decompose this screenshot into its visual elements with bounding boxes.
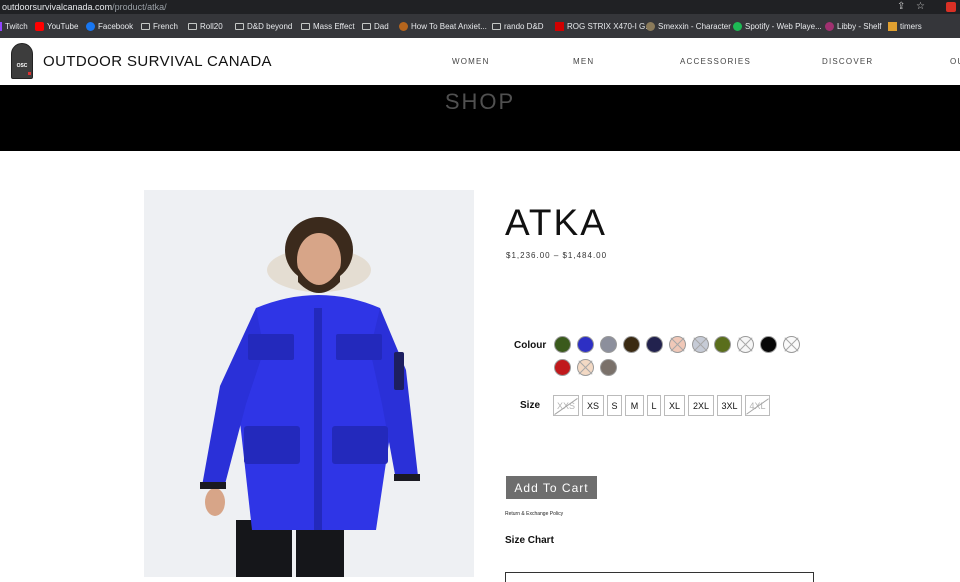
folder-icon	[235, 22, 244, 30]
nav-discover[interactable]: DISCOVER	[822, 57, 873, 66]
spotify-icon	[733, 21, 742, 31]
bookmark-label: YouTube	[47, 21, 79, 31]
size-option[interactable]: XS	[582, 395, 604, 416]
bookmark-label: Roll20	[200, 21, 223, 31]
size-option[interactable]: 3XL	[717, 395, 742, 416]
bookmark-rog-strix[interactable]: ROG STRIX X470-I G...	[555, 14, 652, 38]
nav-accessories[interactable]: ACCESSORIES	[680, 57, 751, 66]
size-option[interactable]: M	[625, 395, 644, 416]
url-path: /product/atka/	[112, 2, 167, 12]
colour-swatch[interactable]	[692, 336, 709, 353]
share-icon[interactable]: ⇪	[897, 0, 905, 14]
size-option[interactable]: 4XL	[745, 395, 770, 416]
bookmark-folder-rando-dnd[interactable]: rando D&D	[492, 14, 544, 38]
size-option[interactable]: XXS	[553, 395, 579, 416]
colour-swatch[interactable]	[554, 359, 571, 376]
bookmark-spotify[interactable]: Spotify - Web Playe...	[733, 14, 822, 38]
colour-swatch[interactable]	[577, 359, 594, 376]
bookmark-folder-dnd-beyond[interactable]: D&D beyond	[235, 14, 292, 38]
shop-banner: SHOP	[0, 85, 960, 151]
address-text[interactable]: outdoorsurvivalcanada.com/product/atka/	[2, 0, 167, 14]
colour-swatch[interactable]	[600, 359, 617, 376]
size-option[interactable]: L	[647, 395, 661, 416]
bookmark-label: Dad	[374, 21, 389, 31]
nav-men[interactable]: MEN	[573, 57, 594, 66]
bookmark-label: Smexxin - Character	[658, 21, 731, 31]
extension-icon[interactable]	[946, 2, 956, 12]
bookmark-facebook[interactable]: Facebook	[86, 14, 133, 38]
twitch-icon	[0, 21, 2, 31]
bookmark-youtube[interactable]: YouTube	[35, 14, 78, 38]
bookmark-timers[interactable]: timers	[888, 14, 922, 38]
facebook-icon	[86, 21, 95, 31]
url-host: outdoorsurvivalcanada.com	[2, 2, 113, 12]
bookmark-label: timers	[900, 21, 922, 31]
libby-icon	[825, 21, 834, 31]
nav-women[interactable]: WOMEN	[452, 57, 490, 66]
bookmark-label: Mass Effect	[313, 21, 355, 31]
bookmark-label: How To Beat Anxiet...	[411, 21, 487, 31]
brand-logo[interactable]: OSC	[11, 43, 33, 79]
browser-address-bar[interactable]: outdoorsurvivalcanada.com/product/atka/ …	[0, 0, 960, 14]
size-option[interactable]: S	[607, 395, 622, 416]
colour-swatch[interactable]	[600, 336, 617, 353]
folder-icon	[301, 22, 310, 30]
bookmark-label: Twitch	[5, 21, 28, 31]
colour-swatch[interactable]	[669, 336, 686, 353]
folder-icon	[188, 22, 197, 30]
bookmark-label: Spotify - Web Playe...	[745, 21, 822, 31]
colour-swatch[interactable]	[737, 336, 754, 353]
bookmark-twitch[interactable]: Twitch	[0, 14, 28, 38]
bookmark-label: D&D beyond	[247, 21, 293, 31]
youtube-icon	[35, 21, 44, 31]
size-option[interactable]: XL	[664, 395, 685, 416]
logo-text: OSC	[16, 63, 28, 69]
product-title: ATKA	[505, 202, 607, 243]
colour-swatch[interactable]	[554, 336, 571, 353]
bookmark-star-icon[interactable]: ☆	[916, 0, 925, 14]
bookmark-folder-french[interactable]: French	[141, 14, 178, 38]
banner-title: SHOP	[444, 89, 516, 114]
bookmark-label: ROG STRIX X470-I G...	[567, 21, 652, 31]
colour-swatch[interactable]	[783, 336, 800, 353]
bookmark-libby[interactable]: Libby - Shelf	[825, 14, 881, 38]
bookmark-folder-roll20[interactable]: Roll20	[188, 14, 223, 38]
bookmark-label: French	[153, 21, 178, 31]
rog-icon	[555, 21, 564, 31]
site-header: OSC OUTDOOR SURVIVAL CANADA WOMEN MEN AC…	[0, 38, 960, 85]
return-policy-link[interactable]: Return & Exchange Policy	[505, 511, 563, 517]
folder-icon	[492, 22, 501, 30]
bookmark-label: Facebook	[98, 21, 134, 31]
bookmark-folder-dad[interactable]: Dad	[362, 14, 389, 38]
brand-name[interactable]: OUTDOOR SURVIVAL CANADA	[43, 53, 272, 70]
timer-icon	[888, 21, 897, 31]
colour-swatch[interactable]	[577, 336, 594, 353]
bookmark-anxiety[interactable]: How To Beat Anxiet...	[399, 14, 487, 38]
add-to-cart-button[interactable]: Add To Cart	[506, 476, 597, 499]
colour-swatch[interactable]	[760, 336, 777, 353]
size-chart-heading[interactable]: Size Chart	[505, 535, 554, 546]
bookmark-smexxin[interactable]: Smexxin - Character	[646, 14, 731, 38]
colour-swatch[interactable]	[623, 336, 640, 353]
bookmarks-bar: Twitch YouTube Facebook French Roll20 D&…	[0, 14, 960, 38]
size-label: Size	[520, 400, 541, 411]
colour-label: Colour	[514, 340, 547, 351]
bookmark-label: rando D&D	[504, 21, 544, 31]
folder-icon	[141, 22, 150, 30]
colour-swatch[interactable]	[714, 336, 731, 353]
page-icon	[399, 21, 408, 31]
bookmark-folder-mass-effect[interactable]: Mass Effect	[301, 14, 355, 38]
model-in-parka-image	[144, 190, 474, 577]
nav-ou[interactable]: OU	[950, 57, 960, 66]
colour-swatch[interactable]	[646, 336, 663, 353]
size-option[interactable]: 2XL	[688, 395, 714, 416]
size-chart-table	[505, 572, 814, 582]
product-image[interactable]	[144, 190, 474, 577]
product-price: $1,236.00 – $1,484.00	[506, 251, 608, 260]
page-icon	[646, 21, 655, 31]
bookmark-label: Libby - Shelf	[837, 21, 882, 31]
folder-icon	[362, 22, 371, 30]
